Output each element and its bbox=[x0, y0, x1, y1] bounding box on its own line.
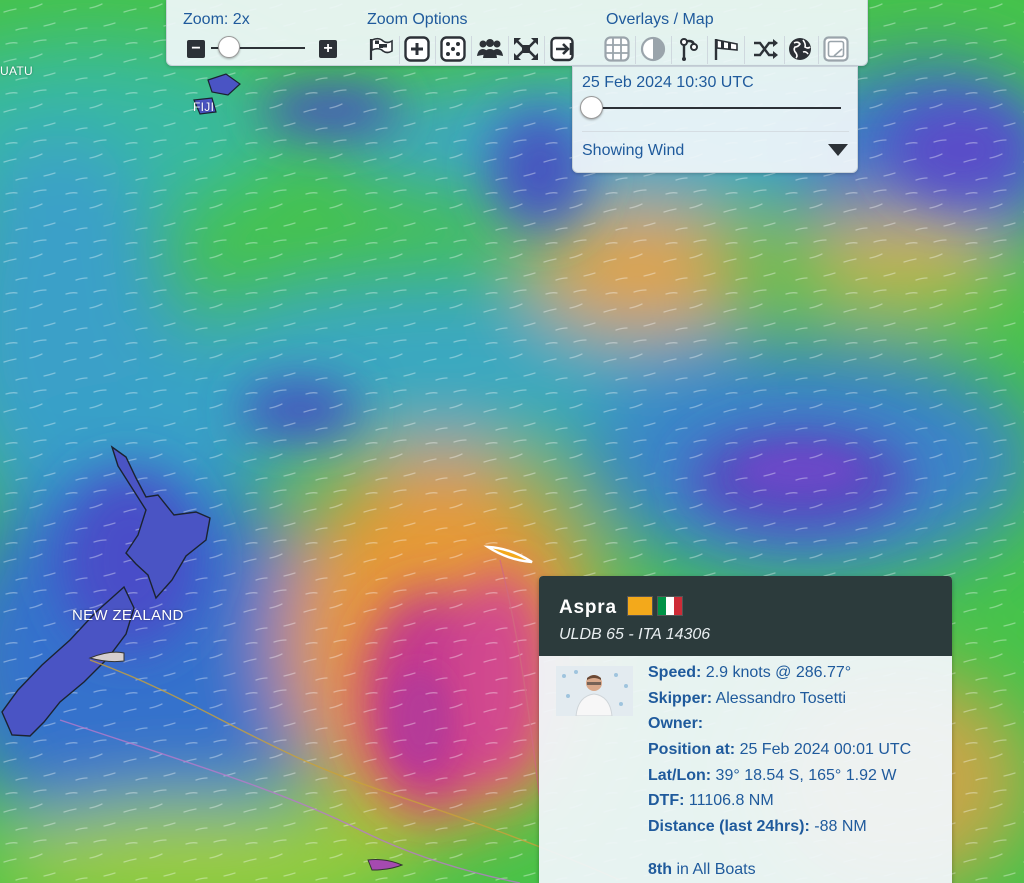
grid-icon[interactable] bbox=[603, 36, 631, 62]
boat-name: Aspra bbox=[559, 597, 617, 618]
skipper-photo bbox=[556, 666, 633, 716]
shuffle-icon[interactable] bbox=[752, 36, 780, 62]
map-label-new-zealand: NEW ZEALAND bbox=[72, 607, 184, 624]
speed-row: Speed: 2.9 knots @ 286.77° bbox=[648, 664, 852, 681]
exit-arrow-icon[interactable] bbox=[549, 36, 577, 62]
fit-expand-icon[interactable] bbox=[512, 36, 540, 62]
boat-rank: 8th in All Boats bbox=[648, 861, 756, 878]
forecast-datetime: 25 Feb 2024 10:30 UTC bbox=[582, 74, 754, 91]
dtf-row: DTF: 11106.8 NM bbox=[648, 792, 774, 810]
wind-flag-icon[interactable] bbox=[712, 36, 740, 62]
fork-icon[interactable] bbox=[675, 36, 703, 62]
boat-info-card: Aspra ULDB 65 - ITA 14306 Speed: 2.9 kno… bbox=[539, 576, 952, 883]
boat-card-header: Aspra ULDB 65 - ITA 14306 bbox=[539, 576, 952, 656]
layer-select-value: Showing Wind bbox=[582, 142, 685, 159]
zoom-in-button[interactable]: + bbox=[319, 40, 337, 58]
time-slider-track[interactable] bbox=[591, 107, 841, 109]
time-panel-divider bbox=[582, 131, 849, 132]
skipper-row: Skipper: Alessandro Tosetti bbox=[648, 689, 847, 707]
zoom-slider-thumb[interactable] bbox=[218, 36, 240, 58]
group-icon[interactable] bbox=[476, 36, 504, 62]
italy-flag-icon bbox=[657, 596, 683, 616]
team-flag-icon bbox=[627, 596, 653, 616]
latlon-row: Lat/Lon: 39° 18.54 S, 165° 1.92 W bbox=[648, 766, 897, 784]
position-row: Position at: 25 Feb 2024 00:01 UTC bbox=[648, 741, 912, 759]
boat-class: ULDB 65 - ITA 14306 bbox=[559, 626, 711, 643]
distance-row: Distance (last 24hrs): -88 NM bbox=[648, 818, 867, 836]
map-label-fiji: FIJI bbox=[193, 100, 215, 114]
zoom-options-label: Zoom Options bbox=[367, 11, 468, 28]
contrast-icon[interactable] bbox=[639, 36, 667, 62]
globe-icon[interactable] bbox=[786, 36, 814, 62]
zoom-in-square-icon[interactable] bbox=[403, 36, 431, 62]
layer-select[interactable]: Showing Wind bbox=[582, 141, 848, 161]
owner-row: Owner: bbox=[648, 715, 704, 733]
zoom-out-button[interactable]: − bbox=[187, 40, 205, 58]
map-frame-icon[interactable] bbox=[822, 36, 850, 62]
overlays-map-label: Overlays / Map bbox=[606, 11, 714, 28]
zoom-level-label: Zoom: 2x bbox=[183, 11, 250, 28]
chevron-down-icon[interactable] bbox=[828, 144, 848, 156]
boat-stats: Speed: 2.9 knots @ 286.77° Skipper: Ales… bbox=[648, 662, 911, 842]
map-label-vanuatu: UATU bbox=[0, 64, 33, 78]
time-slider-thumb[interactable] bbox=[580, 96, 603, 119]
flag-icon[interactable] bbox=[367, 36, 395, 62]
time-panel: 25 Feb 2024 10:30 UTC Showing Wind bbox=[572, 66, 858, 173]
dice-icon[interactable] bbox=[439, 36, 467, 62]
map-toolbar: Zoom: 2x Zoom Options Overlays / Map − + bbox=[166, 0, 868, 66]
